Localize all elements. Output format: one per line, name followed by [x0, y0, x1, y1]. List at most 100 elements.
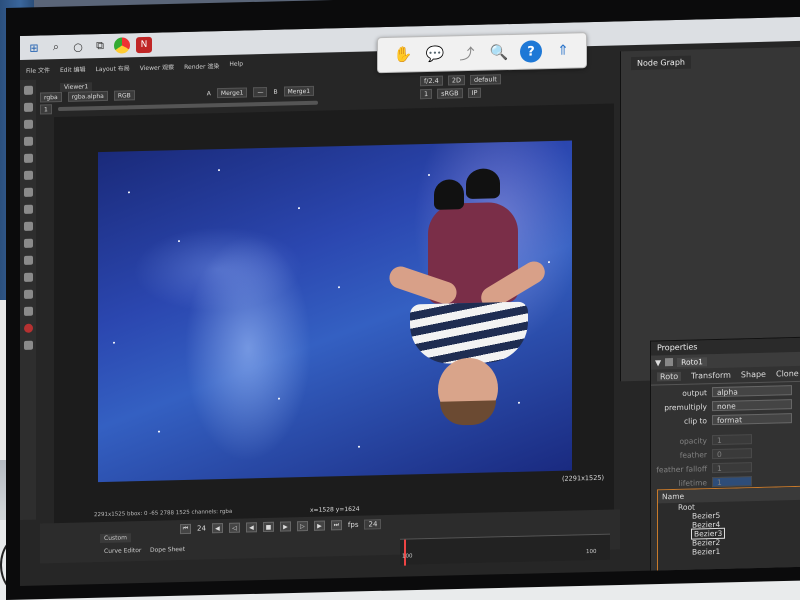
clone-tool-icon[interactable] — [23, 136, 33, 146]
particle-tool-icon[interactable] — [23, 238, 33, 248]
windows-icon[interactable]: ⊞ — [26, 39, 42, 55]
menu-item-layout[interactable]: Layout 布局 — [95, 63, 129, 76]
premultiply-label: premultiply — [664, 401, 707, 412]
space-composite-image — [98, 140, 572, 483]
gain-slider[interactable] — [57, 100, 318, 112]
views-tool-icon[interactable] — [23, 272, 33, 282]
input-b-select[interactable]: Merge1 — [283, 85, 315, 97]
feather-falloff-row: feather falloff 1 — [651, 460, 800, 476]
lifetime-field[interactable]: 1 — [712, 476, 752, 488]
tab-curve-editor[interactable]: Curve Editor — [104, 547, 141, 555]
stop-icon[interactable]: ■ — [262, 521, 274, 533]
properties-tabs: Roto Transform Shape Clone — [651, 365, 800, 386]
edit-select[interactable]: Custom — [100, 533, 131, 544]
gain-value[interactable]: 1 — [40, 104, 52, 115]
premultiply-select[interactable]: none — [712, 399, 792, 412]
first-frame-icon[interactable]: ⏮ — [180, 523, 191, 535]
opacity-field[interactable]: 1 — [712, 434, 752, 446]
next-frame-icon[interactable]: ▷ — [296, 520, 308, 532]
menu-item-help[interactable]: Help — [229, 61, 243, 73]
merge-tool-icon[interactable] — [23, 187, 33, 197]
node-graph-panel[interactable]: Node Graph — [620, 46, 800, 382]
share-icon[interactable]: ⤴ — [456, 42, 478, 65]
search-icon[interactable]: ⌕ — [48, 39, 64, 55]
view-mode-select[interactable]: 2D — [447, 75, 465, 86]
fstop-select[interactable]: f/2.4 — [420, 75, 443, 87]
tab-clone[interactable]: Clone — [776, 369, 799, 379]
input-process-button[interactable]: IP — [467, 87, 482, 99]
input-a-select[interactable]: Merge1 — [216, 87, 248, 99]
pen-tool-icon[interactable] — [23, 102, 33, 112]
menu-item-edit[interactable]: Edit 编辑 — [60, 64, 86, 77]
menu-item-viewer[interactable]: Viewer 观察 — [140, 62, 174, 75]
3d-tool-icon[interactable] — [23, 221, 33, 231]
viewer-right-controls: f/2.4 2D default — [420, 74, 501, 87]
comment-icon[interactable]: 💬 — [424, 43, 446, 66]
nuke-icon[interactable]: N — [136, 36, 152, 54]
play-icon[interactable]: ▶ — [279, 521, 291, 532]
tree-item-bezier1[interactable]: Bezier1 — [668, 545, 800, 557]
node-name-field[interactable]: Roto1 — [677, 356, 707, 367]
clip-label: clip to — [684, 415, 707, 426]
colorspace-select[interactable]: RGB — [113, 90, 135, 101]
zoom-icon[interactable]: 🔍 — [488, 41, 510, 64]
cursor-coords: x=1528 y=1624 — [310, 505, 360, 514]
tab-roto[interactable]: Roto — [657, 371, 682, 382]
blend-select[interactable]: — — [253, 86, 268, 98]
channel-b-select[interactable]: rgba.alpha — [67, 90, 108, 102]
tab-shape[interactable]: Shape — [741, 370, 766, 380]
collapse-arrow-icon[interactable]: ▼ — [655, 358, 661, 367]
menu-item-file[interactable]: File 文件 — [26, 65, 50, 78]
resolution-label: (2291x1525) — [562, 473, 605, 483]
floating-toolbar: ✋ 💬 ⤴ 🔍 ? ⇑ — [377, 32, 587, 74]
monitor-screen: ⊞ ⌕ ○ ⧉ N File 文件 Edit 编辑 Layout 布局 View… — [20, 16, 800, 587]
feather-falloff-label: feather falloff — [656, 463, 707, 474]
clip-select[interactable]: format — [712, 413, 792, 426]
feather-falloff-field[interactable]: 1 — [712, 462, 752, 474]
frame-value[interactable]: 24 — [197, 524, 206, 532]
furnace-tool-icon[interactable] — [23, 340, 33, 350]
output-lut-select[interactable]: sRGB — [437, 88, 463, 99]
output-row: output alpha — [651, 384, 800, 400]
next-key-icon[interactable]: ▶ — [313, 520, 325, 531]
lut-select[interactable]: default — [469, 74, 501, 86]
task-view-icon[interactable]: ⧉ — [92, 38, 108, 54]
prev-frame-icon[interactable]: ◁ — [228, 522, 240, 533]
filter-tool-icon[interactable] — [23, 204, 33, 214]
fps-value[interactable]: 24 — [364, 519, 382, 530]
chrome-icon[interactable] — [114, 37, 130, 54]
prev-key-icon[interactable]: ◀ — [211, 523, 223, 534]
tab-dope-sheet[interactable]: Dope Sheet — [150, 546, 185, 554]
clip-row: clip to format — [651, 412, 800, 428]
left-toolbar — [20, 79, 36, 520]
keyer-tool-icon[interactable] — [23, 170, 33, 180]
metadata-tool-icon[interactable] — [23, 289, 33, 299]
cortana-icon[interactable]: ○ — [70, 38, 86, 54]
opacity-row: opacity 1 — [651, 432, 800, 448]
output-label: output — [682, 387, 707, 398]
timeline[interactable]: 100 100 — [400, 533, 610, 566]
tab-node-graph[interactable]: Node Graph — [631, 55, 691, 71]
node-color-icon[interactable] — [665, 358, 674, 367]
transform-tool-icon[interactable] — [23, 153, 33, 163]
last-frame-icon[interactable]: ⏭ — [330, 520, 342, 531]
collapse-icon[interactable]: ⇑ — [552, 39, 574, 62]
tab-transform[interactable]: Transform — [691, 371, 731, 381]
other-tool-icon[interactable] — [23, 323, 33, 333]
frame-select[interactable]: 1 — [420, 88, 433, 100]
playback-controls: ⏮ 24 ◀ ◁ ◀ ■ ▶ ▷ ▶ ⏭ fps 24 — [180, 519, 382, 535]
toolsets-icon[interactable] — [23, 306, 33, 316]
channel-a-select[interactable]: rgba — [40, 91, 62, 103]
select-tool-icon[interactable] — [23, 85, 33, 95]
output-select[interactable]: alpha — [712, 385, 792, 398]
paint-tool-icon[interactable] — [23, 119, 33, 129]
play-back-icon[interactable]: ◀ — [245, 522, 257, 533]
viewer-canvas[interactable]: (2291x1525) 2291x1525 bbox: 0 -65 2788 1… — [54, 103, 614, 530]
menu-item-render[interactable]: Render 渲染 — [184, 61, 219, 74]
opacity-label: opacity — [679, 435, 707, 446]
help-icon[interactable]: ? — [520, 40, 542, 63]
hand-icon[interactable]: ✋ — [392, 43, 414, 66]
premultiply-row: premultiply none — [651, 398, 800, 414]
deep-tool-icon[interactable] — [23, 255, 33, 265]
feather-field[interactable]: 0 — [712, 448, 752, 460]
